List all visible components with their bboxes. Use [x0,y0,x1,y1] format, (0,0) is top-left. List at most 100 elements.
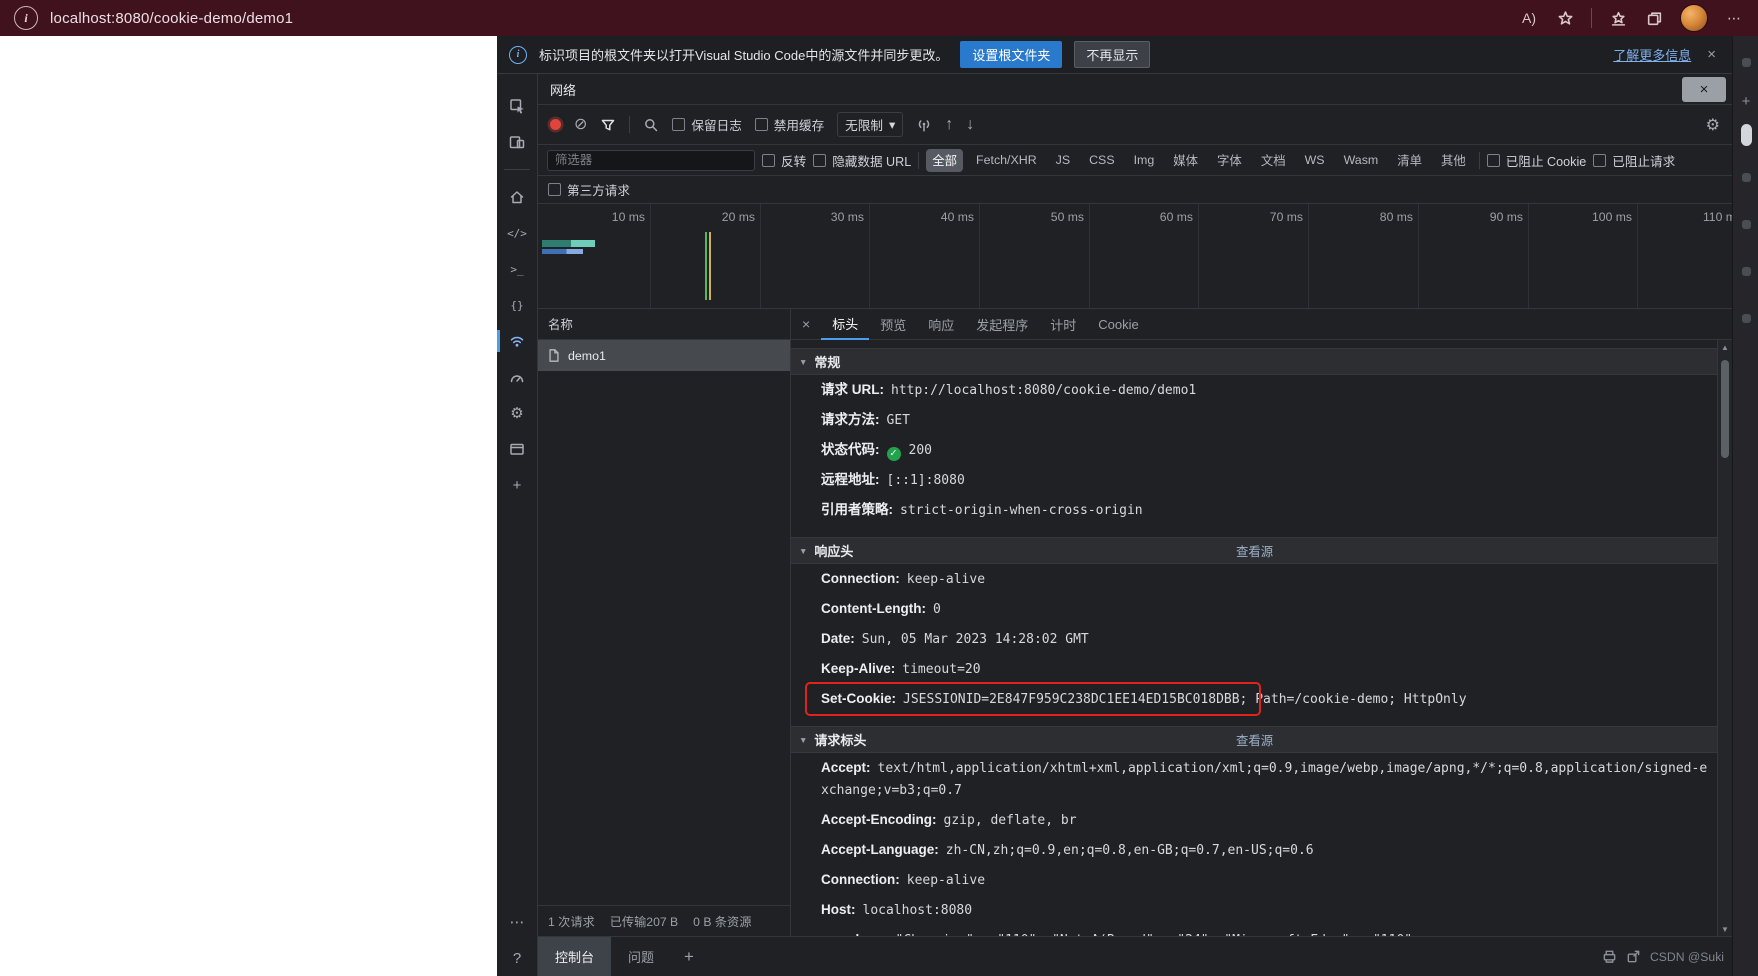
collapse-triangle-icon[interactable]: ▼ [799,735,807,745]
chevron-down-icon: ▾ [888,118,896,132]
filter-input[interactable] [547,149,755,171]
sidebar-icon[interactable] [1741,58,1751,67]
request-row-demo1[interactable]: demo1 [538,340,790,371]
devtools-panel-console[interactable]: >_ [497,251,537,287]
blocked-requests-checkbox[interactable]: 已阻止请求 [1593,151,1675,170]
drawer-tab-issues[interactable]: 问题 [611,937,671,976]
import-har-icon[interactable]: ↑ [945,116,953,133]
devtools-panel-network[interactable] [497,323,537,359]
hide-data-urls-checkbox[interactable]: 隐藏数据 URL [813,151,911,170]
name-column-header: 名称 [548,318,573,332]
search-icon[interactable] [643,117,659,133]
scroll-down-icon[interactable]: ▼ [1718,922,1732,936]
preserve-log-checkbox[interactable]: 保留日志 [672,115,742,134]
record-button[interactable] [550,119,561,130]
read-aloud-icon[interactable]: A) [1519,8,1539,28]
devtools-panel-welcome[interactable] [497,179,537,215]
favorites-hub-icon[interactable] [1608,8,1628,28]
add-favorite-icon[interactable] [1555,8,1575,28]
disable-cache-checkbox[interactable]: 禁用缓存 [754,115,824,134]
filter-type-font[interactable]: 字体 [1211,149,1248,172]
filter-type-img[interactable]: Img [1128,151,1161,170]
browser-menu-icon[interactable]: ⋯ [1724,8,1744,28]
section-header-response[interactable]: ▼ 响应头 查看源 [791,537,1718,564]
checkbox-label: 已阻止 Cookie [1505,154,1587,169]
devtools-close-button[interactable]: × [1682,77,1726,102]
filter-type-media[interactable]: 媒体 [1167,149,1204,172]
filter-type-manifest[interactable]: 清单 [1391,149,1428,172]
filter-type-ws[interactable]: WS [1299,151,1331,170]
learn-more-link[interactable]: 了解更多信息 [1613,45,1691,64]
sidebar-icon[interactable] [1741,267,1751,276]
sidebar-icon[interactable] [1741,220,1751,229]
close-details-icon[interactable]: × [791,316,821,332]
request-list-header[interactable]: 名称 [538,309,790,340]
tab-timing[interactable]: 计时 [1039,309,1087,340]
help-button[interactable]: ? [497,940,537,976]
tab-cookies[interactable]: Cookie [1087,309,1149,340]
site-info-icon[interactable]: i [14,6,38,30]
view-source-link[interactable]: 查看源 [1236,731,1273,749]
timeline-label: 60 ms [1159,210,1193,224]
section-header-request[interactable]: ▼ 请求标头 查看源 [791,726,1718,753]
tab-initiator[interactable]: 发起程序 [965,309,1039,340]
filter-type-fetch-xhr[interactable]: Fetch/XHR [970,151,1043,170]
filter-type-doc[interactable]: 文档 [1255,149,1292,172]
dismiss-button[interactable]: 不再显示 [1074,41,1151,68]
sidebar-icon[interactable] [1741,314,1751,323]
inspect-element-button[interactable] [497,88,537,124]
filter-type-wasm[interactable]: Wasm [1338,151,1385,170]
tab-preview[interactable]: 预览 [869,309,917,340]
sidebar-active-indicator[interactable] [1740,124,1752,146]
devtools-panel-memory[interactable]: ⚙ [497,395,537,431]
throttling-dropdown[interactable]: 无限制 ▾ [837,112,904,137]
checkbox-label: 已阻止请求 [1612,154,1676,169]
blocked-cookies-checkbox[interactable]: 已阻止 Cookie [1486,151,1587,170]
scroll-up-icon[interactable]: ▲ [1718,340,1732,354]
filter-type-all[interactable]: 全部 [926,148,964,172]
devtools-panel-performance[interactable] [497,359,537,395]
device-toolbar-button[interactable] [497,124,537,160]
more-tools-button[interactable]: + [497,467,537,503]
drawer-tab-console[interactable]: 控制台 [538,937,612,976]
header-row: Content-Length: 0 [791,594,1718,624]
sidebar-plus-icon[interactable]: + [1742,86,1751,116]
network-settings-gear-icon[interactable]: ⚙ [1706,115,1720,135]
strip-more-button[interactable]: ⋯ [497,904,537,940]
scrollbar-thumb[interactable] [1721,360,1729,458]
filter-type-js[interactable]: JS [1050,151,1076,170]
profile-avatar[interactable] [1680,4,1708,32]
set-root-folder-button[interactable]: 设置根文件夹 [960,41,1063,68]
view-source-link[interactable]: 查看源 [1236,542,1273,560]
tab-headers[interactable]: 标头 [821,309,870,340]
tab-response[interactable]: 响应 [917,309,965,340]
filter-funnel-icon[interactable] [600,117,616,133]
devtools-panel-application[interactable] [497,431,537,467]
devtools-panel-elements[interactable]: </> [497,215,537,251]
details-scrollbar[interactable]: ▲ ▼ [1717,340,1732,936]
invert-checkbox[interactable]: 反转 [762,151,806,170]
url-text[interactable]: localhost:8080/cookie-demo/demo1 [50,10,293,27]
filter-type-css[interactable]: CSS [1083,151,1120,170]
clear-button[interactable]: ⊘ [574,116,587,133]
filter-divider [918,151,920,169]
collapse-triangle-icon[interactable]: ▼ [799,546,807,556]
section-header-general[interactable]: ▼ 常规 [791,348,1718,375]
header-value: localhost:8080 [862,903,973,918]
collapse-triangle-icon[interactable]: ▼ [799,357,807,367]
collections-icon[interactable] [1644,8,1664,28]
summary-resources: 0 B 条资源 [693,915,752,929]
devtools-panel-sources[interactable]: {} [497,287,537,323]
third-party-checkbox[interactable]: 第三方请求 [548,180,630,199]
network-overview[interactable]: 10 ms 20 ms 30 ms 40 ms 50 ms 60 ms 70 m… [538,204,1732,309]
drawer-add-tab-icon[interactable]: + [671,947,707,967]
browser-address-bar: i localhost:8080/cookie-demo/demo1 A) ⋯ [0,0,1758,36]
sidebar-icon[interactable] [1741,173,1751,182]
network-conditions-icon[interactable] [916,117,932,133]
filter-type-other[interactable]: 其他 [1435,149,1472,172]
toolbar-divider [1591,8,1592,28]
timeline-label: 70 ms [1269,210,1303,224]
notification-close-icon[interactable]: × [1703,46,1720,63]
info-icon: i [509,45,527,64]
export-har-icon[interactable]: ↓ [966,116,974,133]
